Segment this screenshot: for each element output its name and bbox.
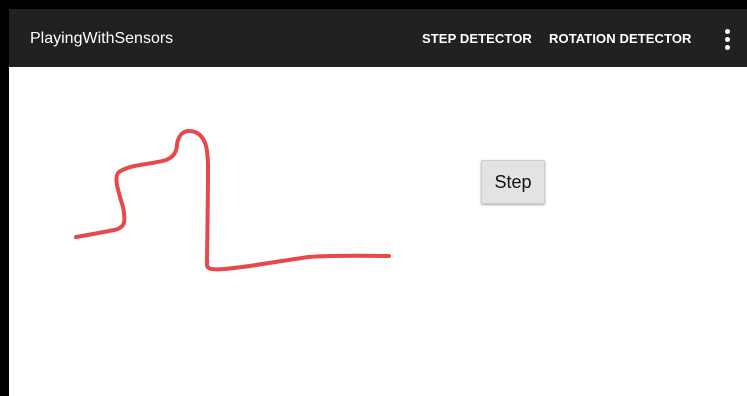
- app-screen: PlayingWithSensors STEP DETECTOR ROTATIO…: [0, 0, 747, 396]
- app-title: PlayingWithSensors: [30, 30, 174, 47]
- main-content: Step: [9, 67, 747, 396]
- overflow-dot: [725, 29, 730, 34]
- drawing-canvas[interactable]: [9, 67, 747, 396]
- more-vert-icon[interactable]: [717, 27, 737, 51]
- step-detector-action[interactable]: STEP DETECTOR: [422, 31, 532, 47]
- overflow-dot: [725, 45, 730, 50]
- screen-left-edge: [0, 0, 9, 396]
- step-button[interactable]: Step: [481, 160, 545, 204]
- rotation-detector-action[interactable]: ROTATION DETECTOR: [549, 31, 692, 47]
- overflow-dot: [725, 37, 730, 42]
- action-bar: PlayingWithSensors STEP DETECTOR ROTATIO…: [9, 9, 747, 67]
- status-bar-strip: [0, 0, 747, 9]
- freehand-stroke: [74, 129, 391, 272]
